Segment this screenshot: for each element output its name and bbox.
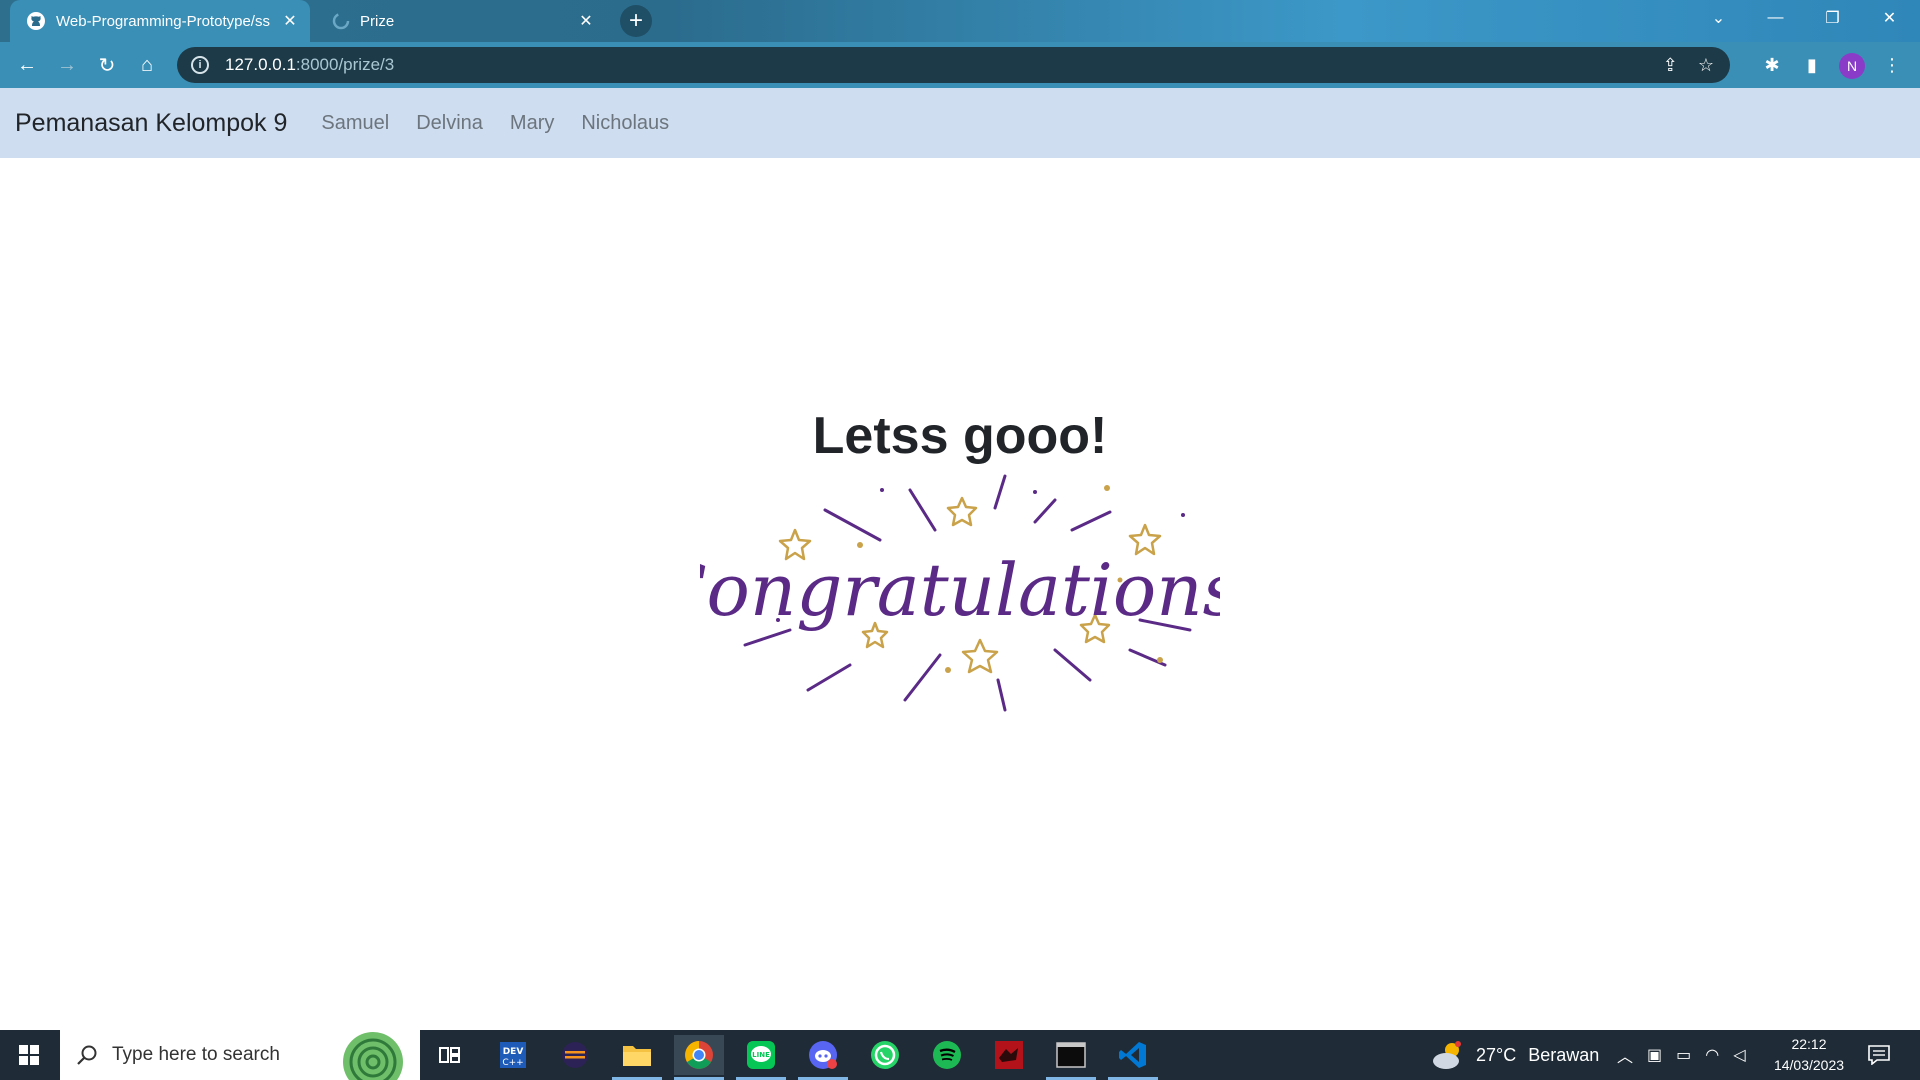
file-explorer-icon[interactable] <box>612 1035 662 1080</box>
chrome-icon[interactable] <box>674 1035 724 1080</box>
weather-temp: 27°C <box>1476 1044 1517 1065</box>
tab-title: Web-Programming-Prototype/ss <box>56 12 270 30</box>
nav-link-samuel[interactable]: Samuel <box>321 112 389 135</box>
navbar-brand[interactable]: Pemanasan Kelompok 9 <box>15 109 287 138</box>
battery-icon[interactable]: ▭ <box>1676 1045 1691 1065</box>
task-view-icon[interactable] <box>425 1035 475 1075</box>
windows-logo-icon <box>19 1045 39 1065</box>
svg-text:DEV: DEV <box>503 1047 524 1057</box>
congratulations-image: Congratulations! <box>700 474 1220 712</box>
profile-avatar[interactable]: N <box>1839 53 1865 79</box>
windows-taskbar: Type here to search DEV C++ LINE 27°C Be… <box>0 1030 1920 1080</box>
app-icon-red[interactable] <box>984 1035 1034 1075</box>
new-tab-button[interactable]: + <box>620 5 652 37</box>
windows-start-button[interactable] <box>0 1030 58 1080</box>
clock-date: 14/03/2023 <box>1773 1057 1845 1073</box>
site-navbar: Pemanasan Kelompok 9 Samuel Delvina Mary… <box>0 88 1920 158</box>
github-icon <box>27 12 45 30</box>
search-icon <box>77 1045 97 1065</box>
search-placeholder: Type here to search <box>112 1044 280 1065</box>
share-icon[interactable]: ⇪ <box>1663 55 1678 76</box>
minimize-button[interactable]: — <box>1747 0 1804 36</box>
address-bar[interactable]: i 127.0.0.1 :8000/prize/3 ⇪ ☆ <box>177 47 1730 83</box>
browser-tab-strip: Web-Programming-Prototype/ss ✕ Prize ✕ +… <box>0 0 1920 42</box>
site-info-icon[interactable]: i <box>191 56 209 74</box>
spotify-icon[interactable] <box>922 1035 972 1075</box>
chevron-up-icon[interactable]: ︿ <box>1617 1043 1633 1067</box>
notification-icon[interactable] <box>1868 1030 1890 1080</box>
tab-github[interactable]: Web-Programming-Prototype/ss ✕ <box>10 0 310 42</box>
tab-title: Prize <box>360 12 395 30</box>
restore-button[interactable]: ❐ <box>1804 0 1861 36</box>
discord-icon[interactable] <box>798 1035 848 1080</box>
weather-widget[interactable]: 27°C Berawan <box>1430 1030 1599 1080</box>
forward-button[interactable]: → <box>52 50 82 80</box>
nav-link-nicholaus[interactable]: Nicholaus <box>581 112 669 135</box>
svg-text:LINE: LINE <box>752 1051 770 1059</box>
clock-time: 22:12 <box>1791 1036 1827 1052</box>
browser-toolbar: ← → ↻ ⌂ i 127.0.0.1 :8000/prize/3 ⇪ ☆ ✱ … <box>0 42 1920 88</box>
weather-cloudy-icon <box>1433 1041 1461 1069</box>
meet-now-icon[interactable]: ▣ <box>1647 1045 1662 1065</box>
home-button[interactable]: ⌂ <box>132 50 162 80</box>
side-panel-icon[interactable]: ▮ <box>1797 50 1827 80</box>
tab-search-icon[interactable]: ⌄ <box>1690 0 1747 36</box>
volume-icon[interactable]: ◁ <box>1733 1045 1745 1065</box>
url-host: 127.0.0.1 <box>225 55 296 74</box>
bookmark-star-icon[interactable]: ☆ <box>1698 55 1714 76</box>
loading-icon <box>332 12 350 30</box>
line-icon[interactable]: LINE <box>736 1035 786 1080</box>
eclipse-icon[interactable] <box>550 1035 600 1075</box>
devcpp-icon[interactable]: DEV C++ <box>488 1035 538 1075</box>
taskbar-clock[interactable]: 22:12 14/03/2023 <box>1764 1034 1854 1076</box>
url-path: :8000/prize/3 <box>295 55 395 74</box>
wifi-icon[interactable]: ◠ <box>1705 1045 1719 1065</box>
terminal-icon[interactable] <box>1046 1035 1096 1080</box>
search-highlight-icon <box>343 1032 403 1080</box>
congratulations-script: Congratulations! <box>700 548 1220 632</box>
close-window-button[interactable]: ✕ <box>1861 0 1918 36</box>
nav-link-mary[interactable]: Mary <box>510 112 554 135</box>
nav-link-delvina[interactable]: Delvina <box>416 112 483 135</box>
reload-button[interactable]: ↻ <box>92 50 122 80</box>
page-heading: Letss gooo! <box>812 407 1108 465</box>
tab-prize[interactable]: Prize ✕ <box>316 0 606 42</box>
svg-text:C++: C++ <box>502 1058 523 1068</box>
menu-icon[interactable]: ⋮ <box>1877 50 1907 80</box>
page-main: Letss gooo! ongratulation <box>0 158 1920 1030</box>
system-tray: ︿ ▣ ▭ ◠ ◁ <box>1617 1030 1746 1080</box>
back-button[interactable]: ← <box>12 50 42 80</box>
close-icon[interactable]: ✕ <box>576 11 596 31</box>
taskbar-search[interactable]: Type here to search <box>60 1030 420 1080</box>
whatsapp-icon[interactable] <box>860 1035 910 1075</box>
vscode-icon[interactable] <box>1108 1035 1158 1080</box>
weather-text: Berawan <box>1528 1044 1600 1065</box>
extensions-icon[interactable]: ✱ <box>1757 50 1787 80</box>
close-icon[interactable]: ✕ <box>280 11 300 31</box>
